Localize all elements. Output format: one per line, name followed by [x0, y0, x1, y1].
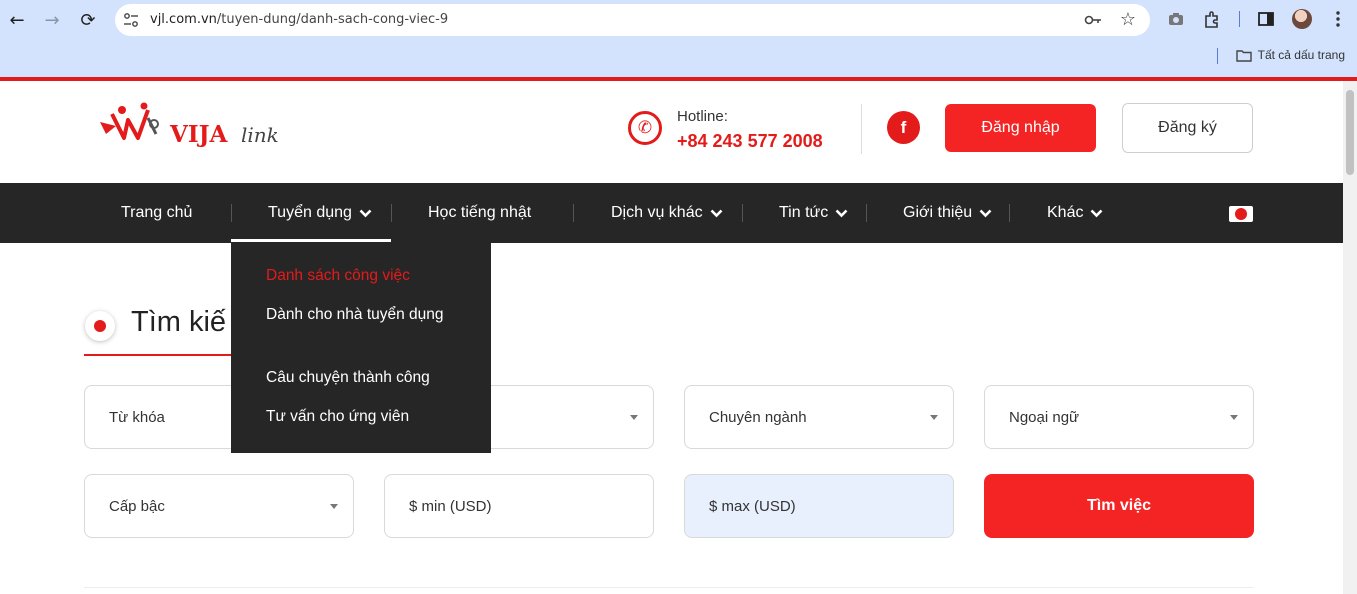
search-jobs-button[interactable]: Tìm việc	[984, 474, 1254, 538]
nav-divider	[573, 204, 574, 222]
select-caret-icon	[330, 504, 338, 509]
nav-item-label: Trang chủ	[121, 204, 193, 221]
content-divider	[84, 587, 1254, 588]
nav-item-recruitment[interactable]: Tuyển dụng	[268, 183, 372, 243]
max-salary-placeholder: $ max (USD)	[709, 497, 796, 515]
back-arrow-icon[interactable]: ←	[5, 8, 29, 32]
major-select-label: Chuyên ngành	[709, 408, 807, 426]
nav-item-label: Giới thiệu	[903, 204, 973, 221]
level-select[interactable]: Cấp bậc	[84, 474, 354, 538]
recruitment-dropdown-menu: Danh sách công việc Dành cho nhà tuyển d…	[231, 242, 491, 453]
chevron-down-icon	[1091, 209, 1103, 217]
section-title-underline	[84, 354, 234, 356]
language-select[interactable]: Ngoại ngữ	[984, 385, 1254, 449]
japan-flag-icon[interactable]	[1229, 206, 1253, 222]
vijalink-logo[interactable]: VIJA link	[98, 100, 308, 150]
facebook-icon[interactable]: f	[887, 111, 920, 144]
password-key-icon[interactable]	[1084, 12, 1102, 28]
top-accent-line	[0, 77, 1357, 81]
nav-item-label: Dịch vụ khác	[611, 204, 703, 221]
forward-arrow-icon[interactable]: →	[40, 8, 64, 32]
all-bookmarks[interactable]: Tất cả dấu trang	[1235, 48, 1345, 62]
nav-item-label: Khác	[1047, 204, 1084, 221]
dropdown-item-job-list[interactable]: Danh sách công việc	[266, 264, 466, 288]
main-navigation: Trang chủ Tuyển dụng Học tiếng nhật Dịch…	[0, 183, 1343, 243]
dropdown-item-for-employers[interactable]: Dành cho nhà tuyển dụng	[266, 303, 466, 327]
login-button[interactable]: Đăng nhập	[945, 104, 1096, 152]
nav-item-news[interactable]: Tin tức	[779, 183, 848, 243]
min-salary-input[interactable]: $ min (USD)	[384, 474, 654, 538]
nav-item-more[interactable]: Khác	[1047, 183, 1103, 243]
nav-item-other-services[interactable]: Dịch vụ khác	[611, 183, 723, 243]
camera-icon[interactable]	[1165, 8, 1187, 30]
select-caret-icon	[930, 415, 938, 420]
url-text: vjl.com.vn/tuyen-dung/danh-sach-cong-vie…	[150, 12, 448, 27]
min-salary-placeholder: $ min (USD)	[409, 497, 492, 515]
logo-brand: VIJA	[169, 121, 228, 148]
section-title: Tìm kiế	[131, 306, 227, 338]
dropdown-item-candidate-advice[interactable]: Tư vấn cho ứng viên	[266, 405, 466, 429]
nav-divider	[231, 204, 232, 222]
nav-divider	[866, 204, 867, 222]
nav-item-learn-japanese[interactable]: Học tiếng nhật	[428, 183, 531, 243]
dropdown-item-success-stories[interactable]: Câu chuyện thành công	[266, 366, 466, 390]
chevron-down-icon	[979, 209, 992, 217]
nav-item-about[interactable]: Giới thiệu	[903, 183, 992, 243]
bookmarks-label: Tất cả dấu trang	[1257, 48, 1345, 62]
max-salary-input[interactable]: $ max (USD)	[684, 474, 954, 538]
address-bar[interactable]: vjl.com.vn/tuyen-dung/danh-sach-cong-vie…	[115, 4, 1150, 36]
header-divider	[861, 104, 862, 154]
major-select[interactable]: Chuyên ngành	[684, 385, 954, 449]
logo-brand-suffix: link	[241, 123, 279, 147]
nav-item-label: Tin tức	[779, 204, 829, 221]
language-select-label: Ngoại ngữ	[1009, 408, 1080, 426]
folder-icon	[1235, 49, 1252, 62]
toolbar-divider	[1239, 11, 1240, 27]
chevron-down-icon	[359, 209, 372, 217]
level-select-label: Cấp bậc	[109, 497, 165, 515]
hotline-label: Hotline:	[677, 108, 728, 125]
chevron-down-icon	[835, 209, 848, 217]
nav-item-home[interactable]: Trang chủ	[121, 183, 192, 243]
site-settings-icon[interactable]	[123, 12, 139, 28]
url-host: vjl.com.vn	[150, 12, 217, 27]
extensions-icon[interactable]	[1201, 8, 1223, 30]
select-caret-icon	[630, 415, 638, 420]
browser-toolbar: ← → ⟳ vjl.com.vn/tuyen-dung/danh-sach-co…	[0, 0, 1357, 77]
nav-item-label: Học tiếng nhật	[428, 204, 532, 221]
nav-item-label: Tuyển dụng	[268, 204, 352, 221]
side-panel-icon[interactable]	[1255, 8, 1277, 30]
bookmarks-divider	[1217, 48, 1218, 64]
select-caret-icon	[1230, 415, 1238, 420]
kebab-menu-icon[interactable]	[1327, 8, 1349, 30]
signup-button[interactable]: Đăng ký	[1122, 103, 1253, 153]
phone-icon: ✆	[628, 111, 662, 145]
bookmark-star-icon[interactable]: ☆	[1120, 9, 1136, 30]
keyword-placeholder: Từ khóa	[109, 408, 165, 426]
profile-avatar[interactable]	[1292, 9, 1312, 29]
hotline-number[interactable]: +84 243 577 2008	[677, 131, 823, 152]
url-path: /tuyen-dung/danh-sach-cong-viec-9	[216, 12, 449, 27]
scrollbar-thumb[interactable]	[1346, 90, 1354, 175]
nav-divider	[742, 204, 743, 222]
reload-icon[interactable]: ⟳	[76, 8, 100, 32]
section-bullet-icon	[85, 311, 115, 341]
nav-divider	[1009, 204, 1010, 222]
nav-divider	[391, 204, 392, 222]
chevron-down-icon	[710, 209, 723, 217]
